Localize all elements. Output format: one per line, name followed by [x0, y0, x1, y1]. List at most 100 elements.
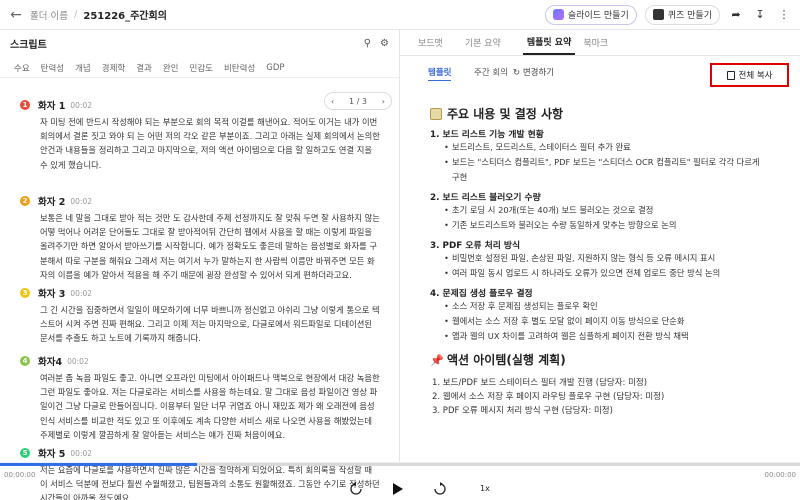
keyword-tag[interactable]: 민감도 — [190, 62, 213, 74]
make-quiz-label: 퀴즈 만들기 — [667, 11, 712, 21]
item-bullet: 보드는 "스티더스 컴플리트", PDF 보드는 "스티더스 OCR 컴플리트"… — [444, 155, 790, 170]
keyword-tag[interactable]: 비탄력성 — [224, 62, 255, 74]
speaker-text[interactable]: 자 미팅 전에 반드시 작성해야 되는 부분으로 회의 목적 이걸를 해낸어요.… — [40, 115, 380, 172]
page-title: 251226_주간회의 — [83, 11, 167, 22]
speaker-text[interactable]: 보통은 네 말을 그대로 받아 적는 것만 도 감사한데 주제 선정까지도 잘 … — [40, 211, 380, 282]
breadcrumb-folder[interactable]: 폴더 이름 — [30, 8, 68, 22]
summary-item: 1. 보드 리스트 기능 개발 현황 보드리스트, 모드리스트, 스테이터스 필… — [430, 127, 790, 185]
speaker-block[interactable]: 1 화자 1 00:02 자 미팅 전에 반드시 작성해야 되는 부분으로 회의… — [20, 98, 380, 172]
summary-item: 3. PDF 오류 처리 방식 비밀번호 설정된 파일, 손상된 파일, 지원하… — [430, 238, 790, 281]
item-heading: 1. 보드 리스트 기능 개발 현황 — [430, 130, 544, 140]
subtab-weekly-meeting[interactable]: 주간 회의 — [474, 66, 508, 78]
total-time: 00:00:00 — [764, 471, 796, 479]
keyword-tag[interactable]: 수요 — [14, 62, 30, 74]
speaker-name[interactable]: 화자4 — [38, 354, 62, 368]
top-bar: ← 폴더 이름 / 251226_주간회의 슬라이드 만들기 퀴즈 만들기 ➦ … — [0, 0, 800, 30]
next-page-icon[interactable]: › — [382, 97, 385, 106]
summary-item: 4. 문제집 생성 플로우 결정 소스 저장 후 문제집 생성되는 플로우 확인… — [430, 286, 790, 344]
make-slides-label: 슬라이드 만들기 — [567, 11, 629, 21]
keyword-tags: 수요 탄력성 개념 경제학 결과 완인 민감도 비탄력성 GDP — [0, 58, 399, 78]
download-icon[interactable]: ↧ — [752, 7, 768, 23]
action-item: 1. 보드/PDF 보드 스테이터스 필터 개발 진행 (담당자: 미정) — [432, 378, 648, 388]
section-title-action-items: 📌 액션 아이템(실행 계획) — [430, 351, 566, 368]
item-bullet: 앱과 웹의 UX 차이를 고려하여 웹은 심플하게 페이지 전환 방식 채택 — [444, 329, 790, 344]
item-bullet: 소스 저장 후 문제집 생성되는 플로우 확인 — [444, 299, 790, 314]
item-bullet: 기존 보드리스트와 불러오는 수량 동일하게 맞추는 방향으로 논의 — [444, 218, 790, 233]
script-title: 스크립트 — [10, 39, 47, 51]
audio-player: 00:00:00 00:00:00 1x — [0, 462, 800, 500]
item-bullet: 보드리스트, 모드리스트, 스테이터스 필터 추가 완료 — [444, 140, 790, 155]
keyword-tag[interactable]: 완인 — [163, 62, 179, 74]
tab-bookmark[interactable]: 북마크 — [583, 36, 622, 55]
speaker-time[interactable]: 00:02 — [70, 197, 92, 206]
keyword-tag[interactable]: 결과 — [136, 62, 152, 74]
speaker-avatar: 5 — [20, 448, 30, 458]
breadcrumb-separator: / — [73, 9, 78, 20]
change-label: 변경하기 — [522, 68, 555, 78]
speaker-time[interactable]: 00:02 — [70, 101, 92, 110]
item-bullet-continuation: 구현 — [452, 172, 468, 182]
section-title-key-points: 주요 내용 및 결정 사항 — [430, 105, 563, 122]
speaker-name[interactable]: 화자 2 — [38, 194, 65, 208]
section-title-text: 액션 아이템(실행 계획) — [447, 353, 566, 367]
script-panel: 스크립트 ⚲ ⚙ 수요 탄력성 개념 경제학 결과 완인 민감도 비탄력성 GD… — [0, 30, 400, 500]
share-icon[interactable]: ➦ — [728, 7, 744, 23]
copy-all-button[interactable]: 전체 복사 — [710, 63, 789, 87]
keyword-tag[interactable]: GDP — [266, 63, 284, 73]
forward-icon[interactable] — [430, 479, 450, 499]
item-bullet: 여러 파일 동시 업로드 시 하나라도 오류가 있으면 전체 업로드 중단 방식… — [444, 266, 790, 281]
item-heading: 2. 보드 리스트 불러오기 수량 — [430, 193, 541, 203]
subtab-template[interactable]: 템플릿 — [428, 66, 452, 81]
copy-icon — [726, 70, 735, 80]
quiz-icon — [652, 9, 664, 20]
speaker-avatar: 1 — [20, 100, 30, 110]
settings-gear-icon[interactable]: ⚙ — [380, 38, 389, 49]
tab-basic-summary[interactable]: 기본 요약 — [465, 36, 515, 55]
refresh-icon: ↻ — [513, 68, 521, 78]
more-icon[interactable]: ⋮ — [776, 7, 792, 23]
summary-tabs: 보드맷 기본 요약 템플릿 요약 북마크 — [400, 30, 800, 56]
action-item: 3. PDF 오류 메시지 처리 방식 구현 (담당자: 미정) — [432, 406, 613, 416]
speaker-avatar: 4 — [20, 356, 30, 366]
change-template-button[interactable]: ↻ 변경하기 — [513, 66, 554, 78]
section-title-text: 주요 내용 및 결정 사항 — [447, 107, 564, 121]
make-quiz-button[interactable]: 퀴즈 만들기 — [644, 4, 720, 25]
back-arrow-icon[interactable]: ← — [8, 7, 24, 23]
speaker-block[interactable]: 4 화자4 00:02 여러분 좀 녹음 파일도 좋고. 아니면 오프라인 미팅… — [20, 354, 380, 442]
search-icon[interactable]: ⚲ — [364, 38, 371, 49]
keyword-tag[interactable]: 경제학 — [102, 62, 125, 74]
play-icon[interactable] — [388, 479, 408, 499]
current-time: 00:00:00 — [4, 471, 36, 479]
rewind-icon[interactable] — [346, 479, 366, 499]
progress-fill — [0, 463, 197, 466]
playback-speed-button[interactable]: 1x — [480, 484, 490, 493]
tab-template-summary[interactable]: 템플릿 요약 — [522, 35, 576, 55]
item-heading: 4. 문제집 생성 플로우 결정 — [430, 289, 533, 299]
speaker-avatar: 3 — [20, 288, 30, 298]
speaker-text[interactable]: 그 긴 시간을 집중하면서 일일이 메모하기에 너무 바쁘니까 정신없고 아쉬리… — [40, 303, 380, 346]
summary-item: 2. 보드 리스트 불러오기 수량 초기 로딩 시 20개(또는 40개) 보드… — [430, 190, 790, 233]
slides-icon — [552, 9, 564, 20]
speaker-avatar: 2 — [20, 196, 30, 206]
speaker-time[interactable]: 00:02 — [70, 289, 92, 298]
keyword-tag[interactable]: 탄력성 — [41, 62, 64, 74]
item-bullet: 초기 로딩 시 20개(또는 40개) 보드 불러오는 것으로 결정 — [444, 203, 790, 218]
keyword-tag[interactable]: 개념 — [75, 62, 91, 74]
copy-all-label: 전체 복사 — [738, 71, 773, 81]
item-heading: 3. PDF 오류 처리 방식 — [430, 241, 521, 251]
make-slides-button[interactable]: 슬라이드 만들기 — [544, 4, 637, 25]
speaker-text[interactable]: 여러분 좀 녹음 파일도 좋고. 아니면 오프라인 미팅에서 아이패드나 맥북으… — [40, 371, 380, 442]
speaker-name[interactable]: 화자 3 — [38, 286, 65, 300]
speaker-block[interactable]: 3 화자 3 00:02 그 긴 시간을 집중하면서 일일이 메모하기에 너무 … — [20, 286, 380, 346]
speaker-name[interactable]: 화자 5 — [38, 446, 65, 460]
progress-track[interactable] — [0, 463, 800, 466]
pin-icon: 📌 — [430, 353, 444, 367]
tab-board[interactable]: 보드맷 — [418, 36, 457, 55]
speaker-name[interactable]: 화자 1 — [38, 98, 65, 112]
speaker-time[interactable]: 00:02 — [70, 449, 92, 458]
item-bullet: 비밀번호 설정된 파일, 손상된 파일, 지원하지 않는 형식 등 오류 메시지… — [444, 251, 790, 266]
speaker-time[interactable]: 00:02 — [67, 357, 89, 366]
memo-icon — [430, 107, 442, 120]
item-bullet: 웹에서는 소스 저장 후 별도 모달 없이 페이지 이동 방식으로 단순화 — [444, 314, 790, 329]
speaker-block[interactable]: 2 화자 2 00:02 보통은 네 말을 그대로 받아 적는 것만 도 감사한… — [20, 194, 380, 282]
